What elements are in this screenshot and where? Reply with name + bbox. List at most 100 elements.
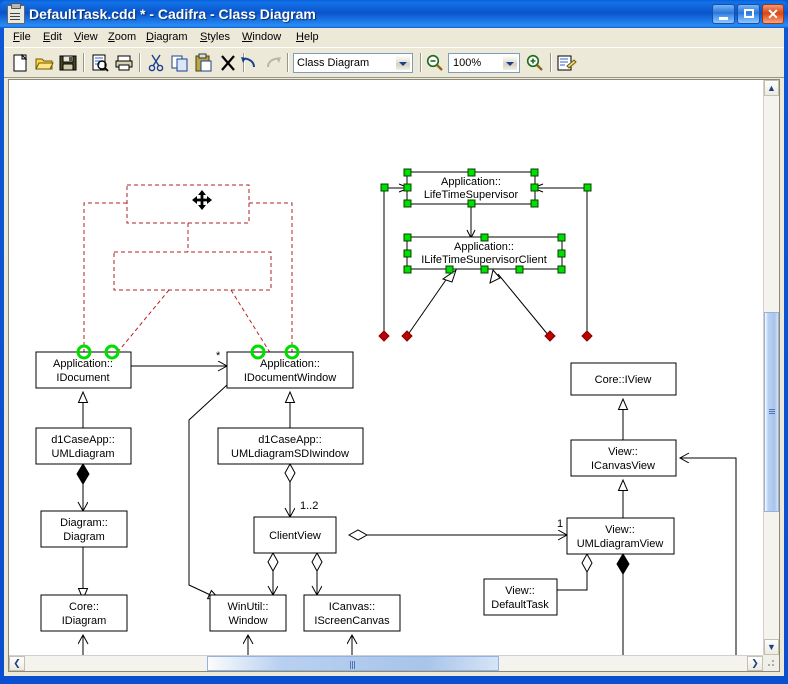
application-window: DefaultTask.cdd * - Cadifra - Class Diag… (0, 0, 788, 684)
menu-view[interactable]: View (68, 30, 104, 45)
class-box-viewdefaulttask[interactable]: View:: DefaultTask (483, 578, 558, 616)
scroll-down-button[interactable]: ▼ (764, 639, 779, 655)
menu-window[interactable]: Window (236, 30, 287, 45)
class-relations (83, 366, 737, 655)
drag-preview-outline (83, 184, 293, 360)
class-name-line2: IScreenCanvas (314, 615, 390, 627)
paste-icon[interactable] (193, 53, 215, 73)
menu-bar: File Edit View Zoom Diagram Styles Windo… (4, 28, 784, 48)
class-name-line1: Diagram:: (60, 517, 108, 529)
chevron-down-icon[interactable] (395, 55, 411, 71)
class-name-line1: View:: (505, 585, 535, 597)
zoom-out-icon[interactable] (424, 53, 446, 73)
chevron-down-icon: ▼ (767, 642, 776, 652)
class-name-line2: UMLdiagramView (577, 538, 664, 550)
class-name-line1: View:: (608, 446, 638, 458)
class-name-line1: ClientView (269, 530, 321, 542)
cut-icon[interactable] (145, 53, 167, 73)
save-icon[interactable] (57, 53, 79, 73)
chevron-left-icon: ❮ (13, 658, 21, 668)
maximize-button[interactable] (737, 4, 760, 24)
print-preview-icon[interactable] (89, 53, 111, 73)
class-box-icanvasview[interactable]: View:: ICanvasView (570, 439, 677, 477)
scroll-up-button[interactable]: ▲ (764, 80, 779, 96)
vertical-scroll-thumb[interactable] (764, 312, 779, 512)
class-name-line2: Window (228, 615, 267, 627)
composition-diamond (616, 553, 630, 575)
class-name-line1: WinUtil:: (228, 601, 269, 613)
scroll-left-button[interactable]: ❮ (9, 656, 25, 671)
horizontal-scrollbar[interactable]: ❮ ❯ (9, 655, 763, 671)
diagram-type-value: Class Diagram (297, 57, 370, 69)
menu-edit[interactable]: Edit (37, 30, 68, 45)
chevron-down-icon[interactable] (502, 55, 518, 71)
menu-diagram[interactable]: Diagram (140, 30, 194, 45)
class-name-line2: LifeTimeSupervisor (424, 189, 519, 201)
diagram-type-combo[interactable]: Class Diagram (293, 53, 413, 73)
zoom-in-icon[interactable] (524, 53, 546, 73)
menu-zoom[interactable]: Zoom (102, 30, 142, 45)
zoom-value: 100% (453, 57, 482, 69)
class-box-coreidiagram[interactable]: Core:: IDiagram (40, 594, 128, 632)
menu-file[interactable]: File (7, 30, 37, 45)
endpoint-markers (378, 330, 593, 342)
class-box-lifetimesupervisor[interactable]: Application:: LifeTimeSupervisor (406, 171, 536, 205)
close-button[interactable]: ✕ (762, 4, 784, 24)
vertical-scrollbar[interactable]: ▲ ▼ (763, 80, 779, 655)
class-box-umldiagram[interactable]: d1CaseApp:: UMLdiagram (35, 427, 132, 465)
class-box-coreiview[interactable]: Core::IView (570, 362, 677, 396)
class-name-line2: ILifeTimeSupervisorClient (421, 254, 547, 266)
client-area: File Edit View Zoom Diagram Styles Windo… (4, 28, 784, 676)
chevron-up-icon: ▲ (767, 83, 776, 93)
close-icon: ✕ (767, 6, 779, 22)
print-icon[interactable] (113, 53, 135, 73)
undo-icon[interactable] (238, 53, 260, 73)
class-box-iscreencanvas[interactable]: ICanvas:: IScreenCanvas (303, 594, 401, 632)
class-name-line2: IDiagram (62, 615, 107, 627)
class-name-line2: IDocument (56, 372, 109, 384)
horizontal-scroll-thumb[interactable] (207, 656, 499, 671)
class-name-line2: ICanvasView (591, 460, 655, 472)
class-name-line2: Diagram (63, 531, 105, 543)
document-icon (7, 3, 25, 24)
class-box-clientview[interactable]: ClientView (253, 516, 337, 554)
class-box-umldiagramview[interactable]: View:: UMLdiagramView (566, 517, 675, 555)
class-name-line2: IDocumentWindow (244, 372, 336, 384)
class-name-line1: View:: (605, 524, 635, 536)
copy-icon[interactable] (169, 53, 191, 73)
class-box-winutilwindow[interactable]: WinUtil:: Window (209, 594, 287, 632)
menu-help[interactable]: Help (290, 30, 325, 45)
class-name-line2: UMLdiagramSDIwindow (231, 448, 349, 460)
class-box-diagram[interactable]: Diagram:: Diagram (40, 510, 128, 548)
zoom-combo[interactable]: 100% (448, 53, 520, 73)
resize-grip[interactable] (763, 655, 779, 671)
properties-icon[interactable] (555, 53, 577, 73)
class-name-line1: d1CaseApp:: (51, 434, 115, 446)
class-name-line1: Application:: (454, 241, 514, 253)
multiplicity-label: 1 (557, 518, 563, 530)
status-strip (4, 672, 784, 676)
class-name-line1: Application:: (260, 358, 320, 370)
composition-diamond (76, 463, 90, 485)
delete-icon[interactable] (217, 53, 239, 73)
diagram-canvas-frame: Application:: LifeTimeSupervisor Applica… (8, 79, 780, 672)
class-name-line1: Core:: (69, 601, 99, 613)
aggregation-diamonds (76, 462, 630, 575)
title-bar: DefaultTask.cdd * - Cadifra - Class Diag… (0, 0, 788, 28)
open-icon[interactable] (33, 53, 55, 73)
chevron-right-icon: ❯ (751, 658, 759, 668)
scroll-right-button[interactable]: ❯ (747, 656, 763, 671)
class-name-line1: d1CaseApp:: (258, 434, 322, 446)
class-box-ilifetimesupervisorclient[interactable]: Application:: ILifeTimeSupervisorClient (406, 236, 563, 270)
new-icon[interactable] (9, 53, 31, 73)
menu-styles[interactable]: Styles (194, 30, 236, 45)
class-name-line2: UMLdiagram (52, 448, 115, 460)
class-diagram: Application:: LifeTimeSupervisor Applica… (35, 168, 737, 655)
redo-icon (262, 53, 284, 73)
multiplicity-label: * (216, 350, 221, 362)
class-name-line1: Core::IView (595, 374, 652, 386)
minimize-button[interactable] (712, 4, 735, 24)
diagram-canvas[interactable]: Application:: LifeTimeSupervisor Applica… (9, 80, 763, 655)
toolbar: Class Diagram 100% (4, 47, 784, 78)
class-box-umldiagramsdiwindow[interactable]: d1CaseApp:: UMLdiagramSDIwindow (217, 427, 364, 465)
